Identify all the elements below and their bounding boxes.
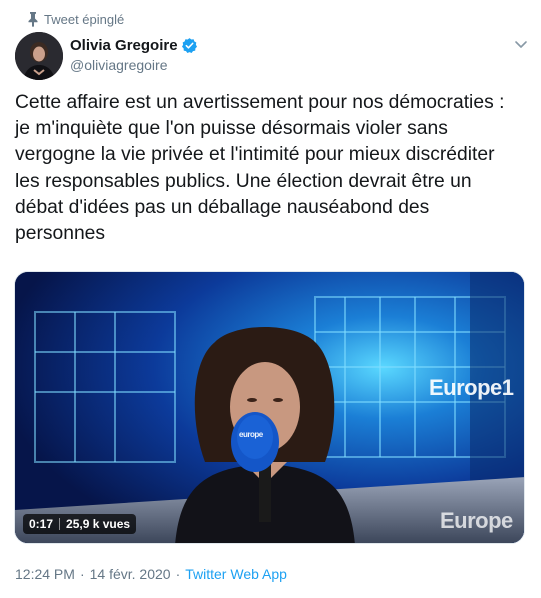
pin-icon xyxy=(28,12,38,27)
tweet-source-link[interactable]: Twitter Web App xyxy=(185,566,287,582)
video-player[interactable]: Europe1 Europe europe 0:17 25,9 k vues xyxy=(14,271,525,544)
mic-label: europe xyxy=(239,430,263,439)
avatar[interactable] xyxy=(15,32,63,80)
tweet-meta: 12:24 PM · 14 févr. 2020 · Twitter Web A… xyxy=(15,565,287,583)
europe1-logo: Europe1 xyxy=(429,375,514,400)
video-duration: 0:17 xyxy=(29,517,54,531)
video-thumbnail xyxy=(15,272,524,543)
video-views: 25,9 k vues xyxy=(66,517,131,531)
video-info-badge: 0:17 25,9 k vues xyxy=(23,514,137,534)
meta-separator: · xyxy=(79,566,85,582)
author-block[interactable]: Olivia Gregoire @oliviagregoire xyxy=(70,35,198,75)
tweet-date[interactable]: 14 févr. 2020 xyxy=(90,566,171,582)
tweet-text: Cette affaire est un avertissement pour … xyxy=(15,92,505,245)
pinned-label: Tweet épinglé xyxy=(44,11,125,27)
verified-badge-icon xyxy=(181,37,197,53)
handle[interactable]: @oliviagregoire xyxy=(70,57,198,75)
europe-desk-logo: Europe xyxy=(440,508,513,533)
tweet-time[interactable]: 12:24 PM xyxy=(15,566,75,582)
pinned-indicator: Tweet épinglé xyxy=(28,10,125,28)
display-name[interactable]: Olivia Gregoire xyxy=(70,37,178,54)
chevron-down-icon[interactable] xyxy=(513,36,529,52)
meta-separator: · xyxy=(175,566,181,582)
